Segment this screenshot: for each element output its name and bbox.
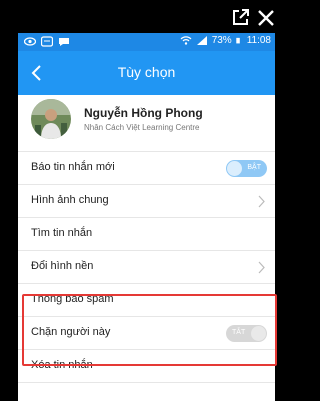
setting-new-message-alert[interactable]: Báo tin nhắn mới BẬT [18, 152, 275, 185]
profile-subtitle: Nhân Cách Việt Learning Centre [84, 123, 200, 132]
battery-percent: 73% [211, 35, 232, 46]
toggle-state-label: TẮT [232, 329, 246, 336]
chat-bubble-icon [59, 38, 69, 46]
setting-label: Chặn người này [31, 326, 111, 338]
block-user-toggle[interactable]: TẮT [226, 325, 267, 342]
profile-header[interactable]: Nguyễn Hồng Phong Nhân Cách Việt Learnin… [18, 95, 275, 152]
setting-label: Tìm tin nhắn [31, 227, 93, 239]
setting-delete-messages[interactable]: Xóa tin nhắn [18, 350, 275, 383]
setting-shared-images[interactable]: Hình ảnh chung [18, 185, 275, 218]
setting-change-wallpaper[interactable]: Đổi hình nền [18, 251, 275, 284]
setting-label: Thông báo spam [31, 293, 114, 305]
clock-time: 11:08 [246, 35, 271, 46]
phone-screen: 73% 11:08 Tùy chọn Nguyễn Hồng Phong Nhâ… [18, 33, 275, 401]
toggle-knob [227, 161, 242, 176]
signal-icon [196, 36, 207, 45]
toggle-state-label: BẬT [247, 164, 261, 171]
eye-icon [24, 37, 36, 46]
battery-icon [235, 37, 240, 44]
popout-icon[interactable] [232, 9, 249, 26]
setting-label: Đổi hình nền [31, 260, 94, 272]
close-icon[interactable] [257, 9, 275, 27]
chevron-right-icon [258, 261, 265, 274]
window-controls [0, 0, 293, 33]
toggle-knob [251, 326, 266, 341]
messenger-icon [41, 36, 53, 47]
page-title: Tùy chọn [117, 64, 176, 80]
setting-report-spam[interactable]: Thông báo spam [18, 284, 275, 317]
profile-name: Nguyễn Hồng Phong [84, 106, 203, 120]
chevron-right-icon [258, 195, 265, 208]
setting-label: Xóa tin nhắn [31, 359, 93, 371]
setting-label: Hình ảnh chung [31, 194, 109, 206]
wifi-icon [180, 36, 192, 45]
avatar[interactable] [31, 99, 71, 139]
setting-label: Báo tin nhắn mới [31, 161, 115, 173]
app-bar: Tùy chọn [18, 51, 275, 95]
new-message-toggle[interactable]: BẬT [226, 160, 267, 177]
setting-search-messages[interactable]: Tìm tin nhắn [18, 218, 275, 251]
status-bar: 73% 11:08 [18, 33, 275, 51]
setting-block-user[interactable]: Chặn người này TẮT [18, 317, 275, 350]
